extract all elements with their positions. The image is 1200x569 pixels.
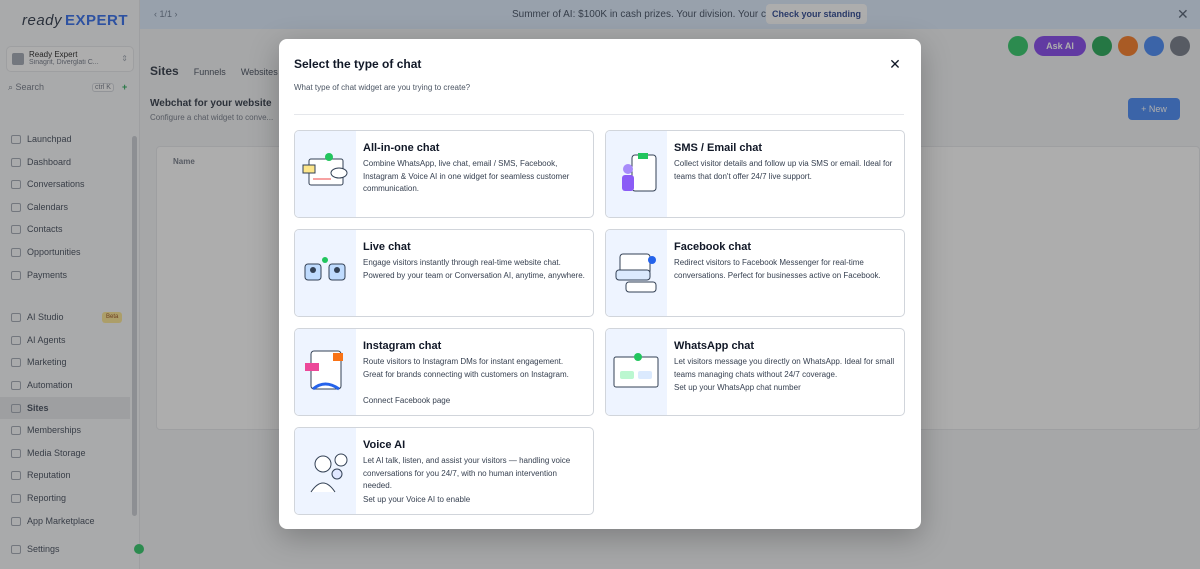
live-chat-illustration-icon [295,230,356,316]
option-description: Let visitors message you directly on Wha… [674,357,895,379]
divider [294,114,904,115]
option-all-in-one-chat[interactable]: All-in-one chat Combine WhatsApp, live c… [294,130,594,218]
option-whatsapp-chat[interactable]: WhatsApp chat Let visitors message you d… [605,328,905,416]
close-icon[interactable]: ✕ [887,56,903,72]
modal-subtitle: What type of chat widget are you trying … [294,83,471,92]
facebook-illustration-icon [606,230,667,316]
option-title: Live chat [363,241,411,253]
modal-title: Select the type of chat [294,57,422,71]
voice-ai-illustration-icon [295,428,356,514]
option-sms-email-chat[interactable]: SMS / Email chat Collect visitor details… [605,130,905,218]
option-description: Route visitors to Instagram DMs for inst… [363,357,569,379]
connect-facebook-page-link[interactable]: Connect Facebook page [363,396,450,405]
chat-type-modal: Select the type of chat What type of cha… [279,39,921,529]
voice-ai-setup-link[interactable]: Set up your Voice AI to enable [363,495,470,504]
option-description: Redirect visitors to Facebook Messenger … [674,258,881,280]
sms-email-illustration-icon [606,131,667,217]
whatsapp-illustration-icon [606,329,667,415]
option-voice-ai[interactable]: Voice AI Let AI talk, listen, and assist… [294,427,594,515]
option-description: Combine WhatsApp, live chat, email / SMS… [363,159,570,193]
option-instagram-chat[interactable]: Instagram chat Route visitors to Instagr… [294,328,594,416]
instagram-illustration-icon [295,329,356,415]
all-in-one-illustration-icon [295,131,356,217]
whatsapp-setup-link[interactable]: Set up your WhatsApp chat number [674,383,801,392]
option-description: Let AI talk, listen, and assist your vis… [363,456,571,490]
option-title: All-in-one chat [363,142,440,154]
option-description: Collect visitor details and follow up vi… [674,159,893,181]
option-title: Facebook chat [674,241,752,253]
option-facebook-chat[interactable]: Facebook chat Redirect visitors to Faceb… [605,229,905,317]
option-title: Voice AI [363,439,406,451]
option-title: Instagram chat [363,340,442,352]
option-description: Engage visitors instantly through real-t… [363,258,585,280]
option-title: WhatsApp chat [674,340,755,352]
option-live-chat[interactable]: Live chat Engage visitors instantly thro… [294,229,594,317]
option-title: SMS / Email chat [674,142,763,154]
